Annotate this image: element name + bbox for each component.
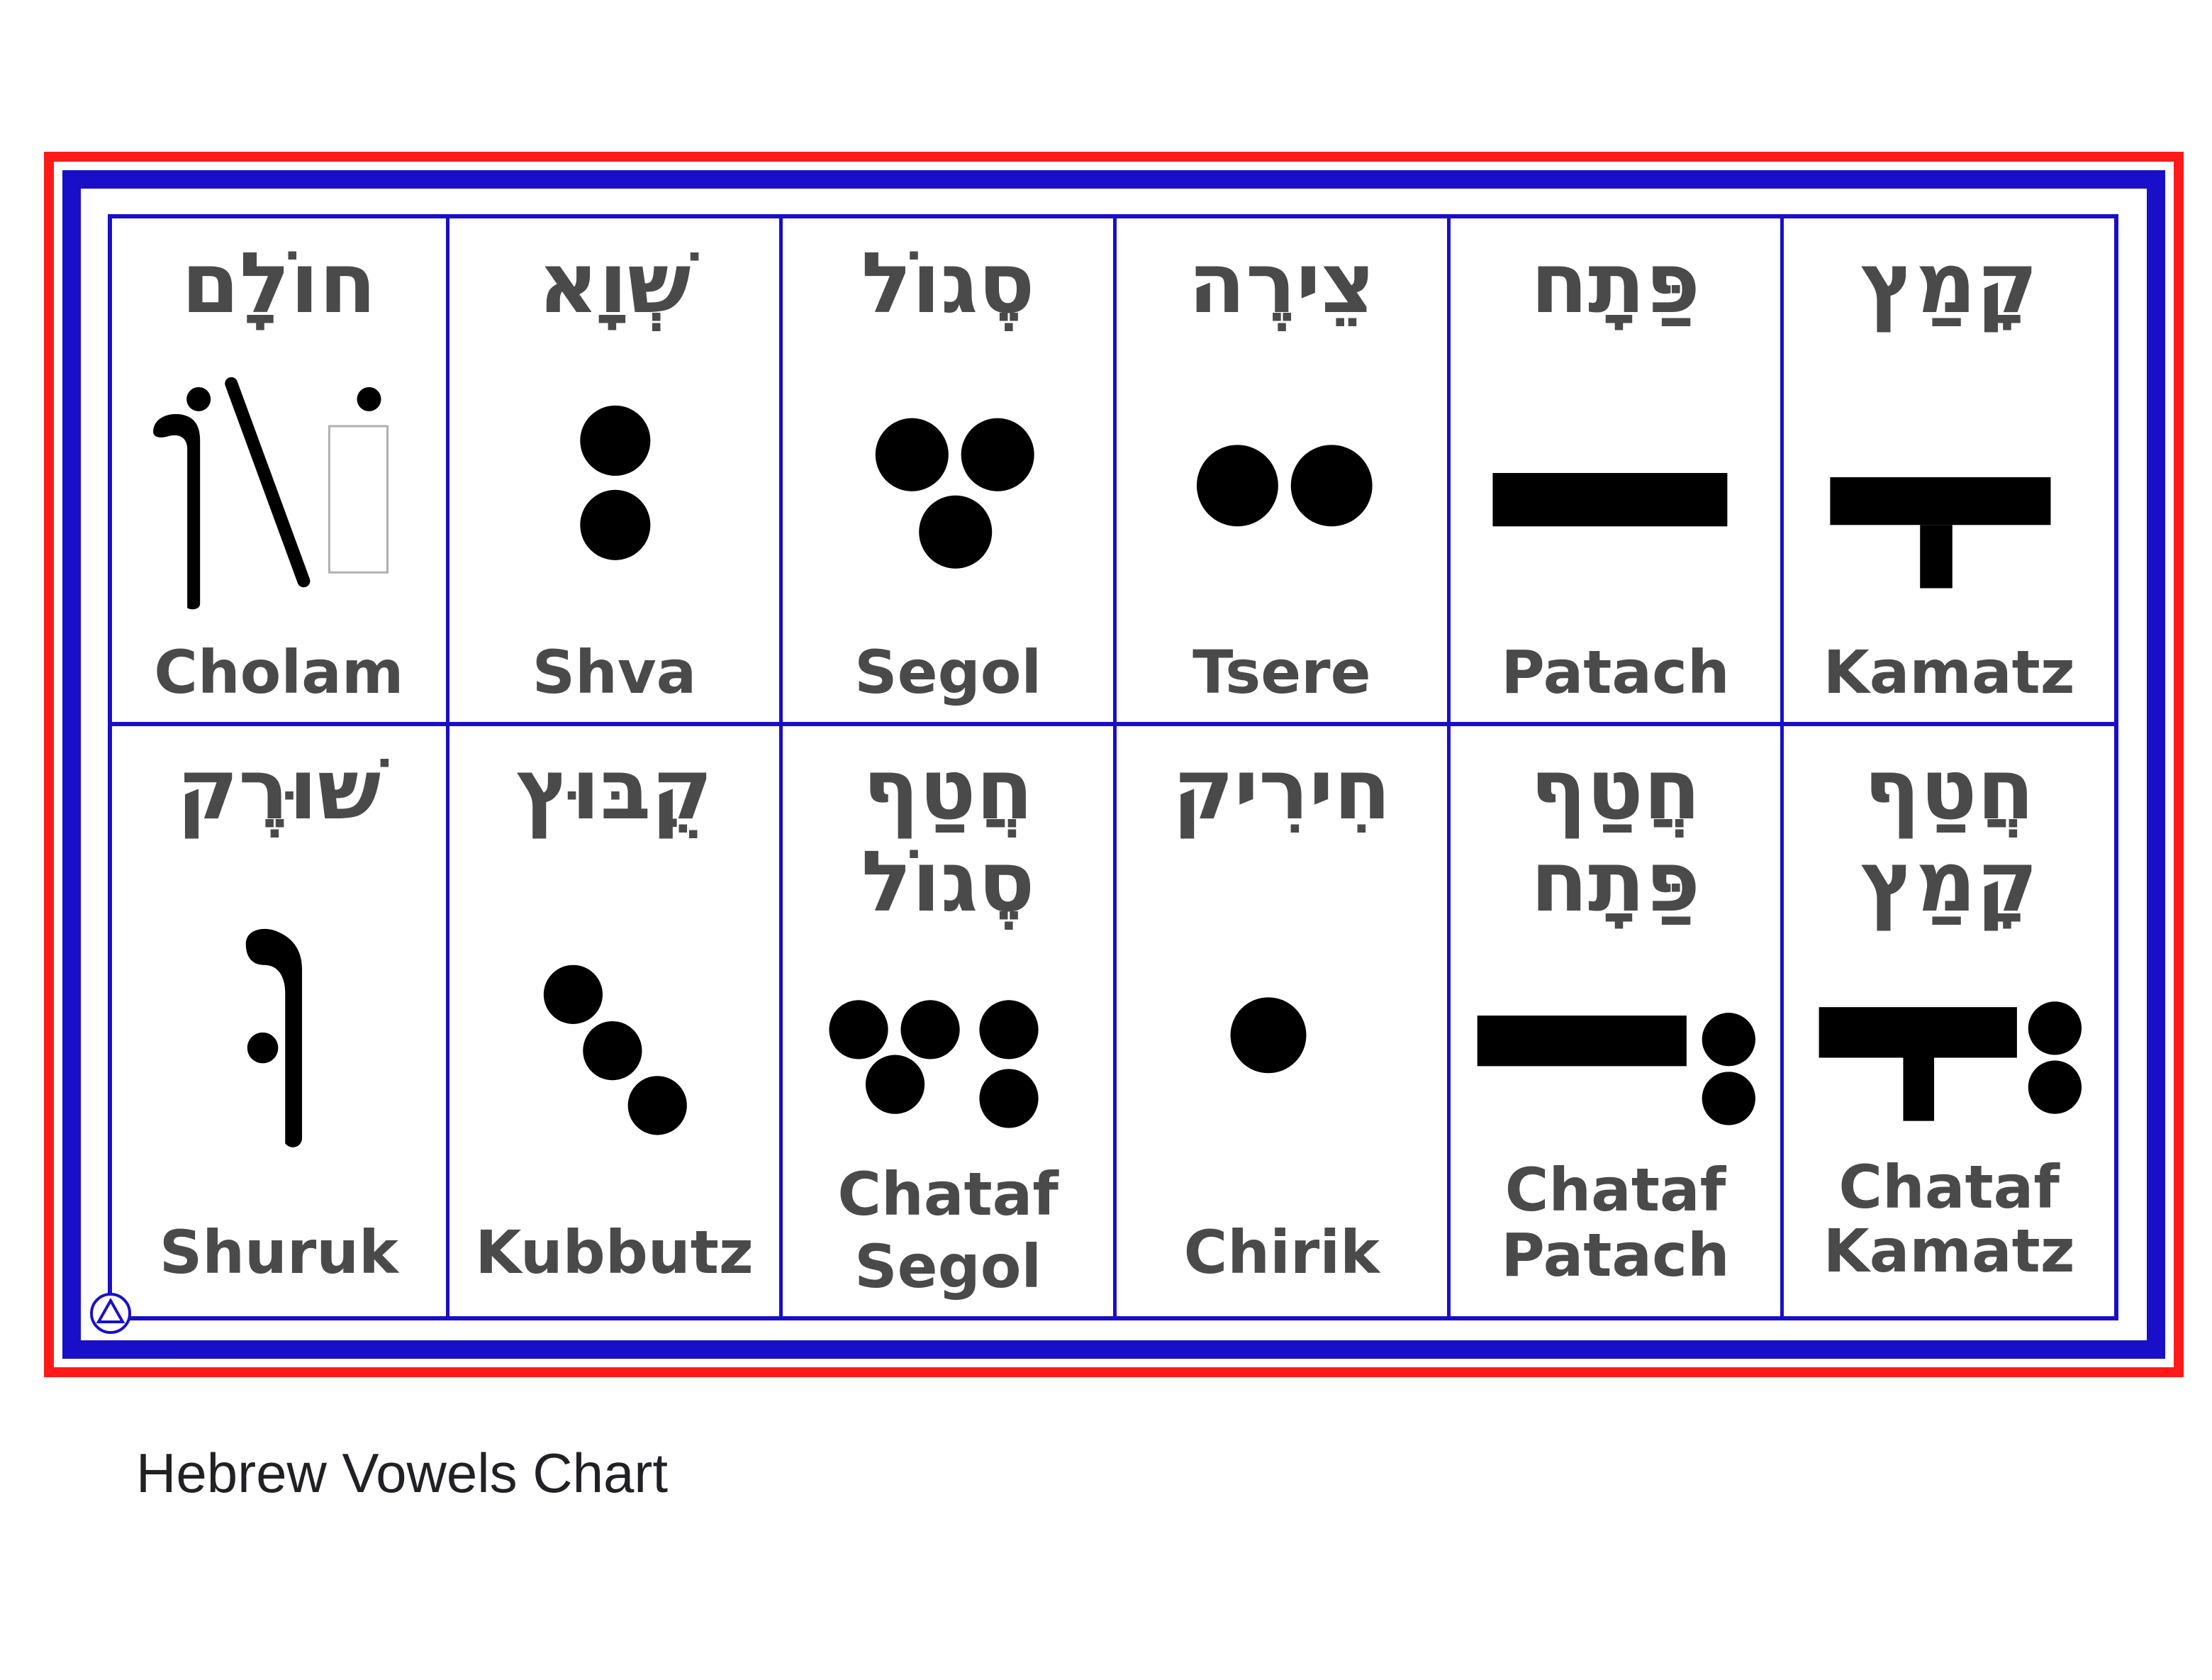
english-name: Patach <box>1501 638 1730 707</box>
vowel-card-kamatz: קָמַץ Kamatz <box>1780 218 2114 722</box>
english-name: Shuruk <box>159 1218 398 1287</box>
english-name: Chirik <box>1183 1218 1380 1287</box>
vowel-card-chataf-patach: חֲטַף פַּתָח Chataf Patach <box>1446 722 1781 1316</box>
vowel-card-kubbutz: קֻבּוּץ Kubbutz <box>445 722 780 1316</box>
english-name-line1: Chataf <box>837 1159 1058 1229</box>
image-caption: Hebrew Vowels Chart <box>136 1442 668 1504</box>
english-name: Kubbutz <box>475 1218 754 1287</box>
vowel-card-chataf-segol: חֲטַף סֶגוֹל Chataf Segol <box>779 722 1113 1316</box>
vowel-card-chirik: חִירִיק Chirik <box>1112 722 1447 1316</box>
english-name: Shva <box>532 638 697 707</box>
english-name-line2: Kamatz <box>1823 1216 2075 1286</box>
english-name-line2: Patach <box>1501 1220 1730 1290</box>
vowel-card-shuruk: שׁוּרֶק Shuruk <box>112 722 446 1316</box>
vowel-card-patach: פַּתָח Patach <box>1446 218 1781 722</box>
vowel-card-cholam: חוֹלָם Cholam <box>112 218 446 722</box>
english-name: Tsere <box>1192 638 1371 707</box>
english-name-line2: Segol <box>854 1232 1042 1301</box>
english-name-line1: Chataf <box>1504 1155 1726 1225</box>
english-name: Kamatz <box>1823 638 2075 707</box>
footer-note: Hebrew Decoding P-6 <box>85 1342 169 1351</box>
vowel-chart-grid: חוֹלָם Cholam שְׁוָא Shva סֶגוֹל Segol צ… <box>108 214 2118 1320</box>
vowel-card-shva: שְׁוָא Shva <box>445 218 780 722</box>
vowel-card-tsere: צֵירֶה Tsere <box>1112 218 1447 722</box>
english-name: Cholam <box>154 638 404 707</box>
logo-icon <box>90 1293 131 1334</box>
vowel-card-chataf-kamatz: חֲטַף קָמַץ Chataf Kamatz <box>1780 722 2114 1316</box>
vowel-card-segol: סֶגוֹל Segol <box>779 218 1113 722</box>
english-name: Segol <box>854 638 1042 707</box>
english-name-line1: Chataf <box>1838 1152 2060 1222</box>
